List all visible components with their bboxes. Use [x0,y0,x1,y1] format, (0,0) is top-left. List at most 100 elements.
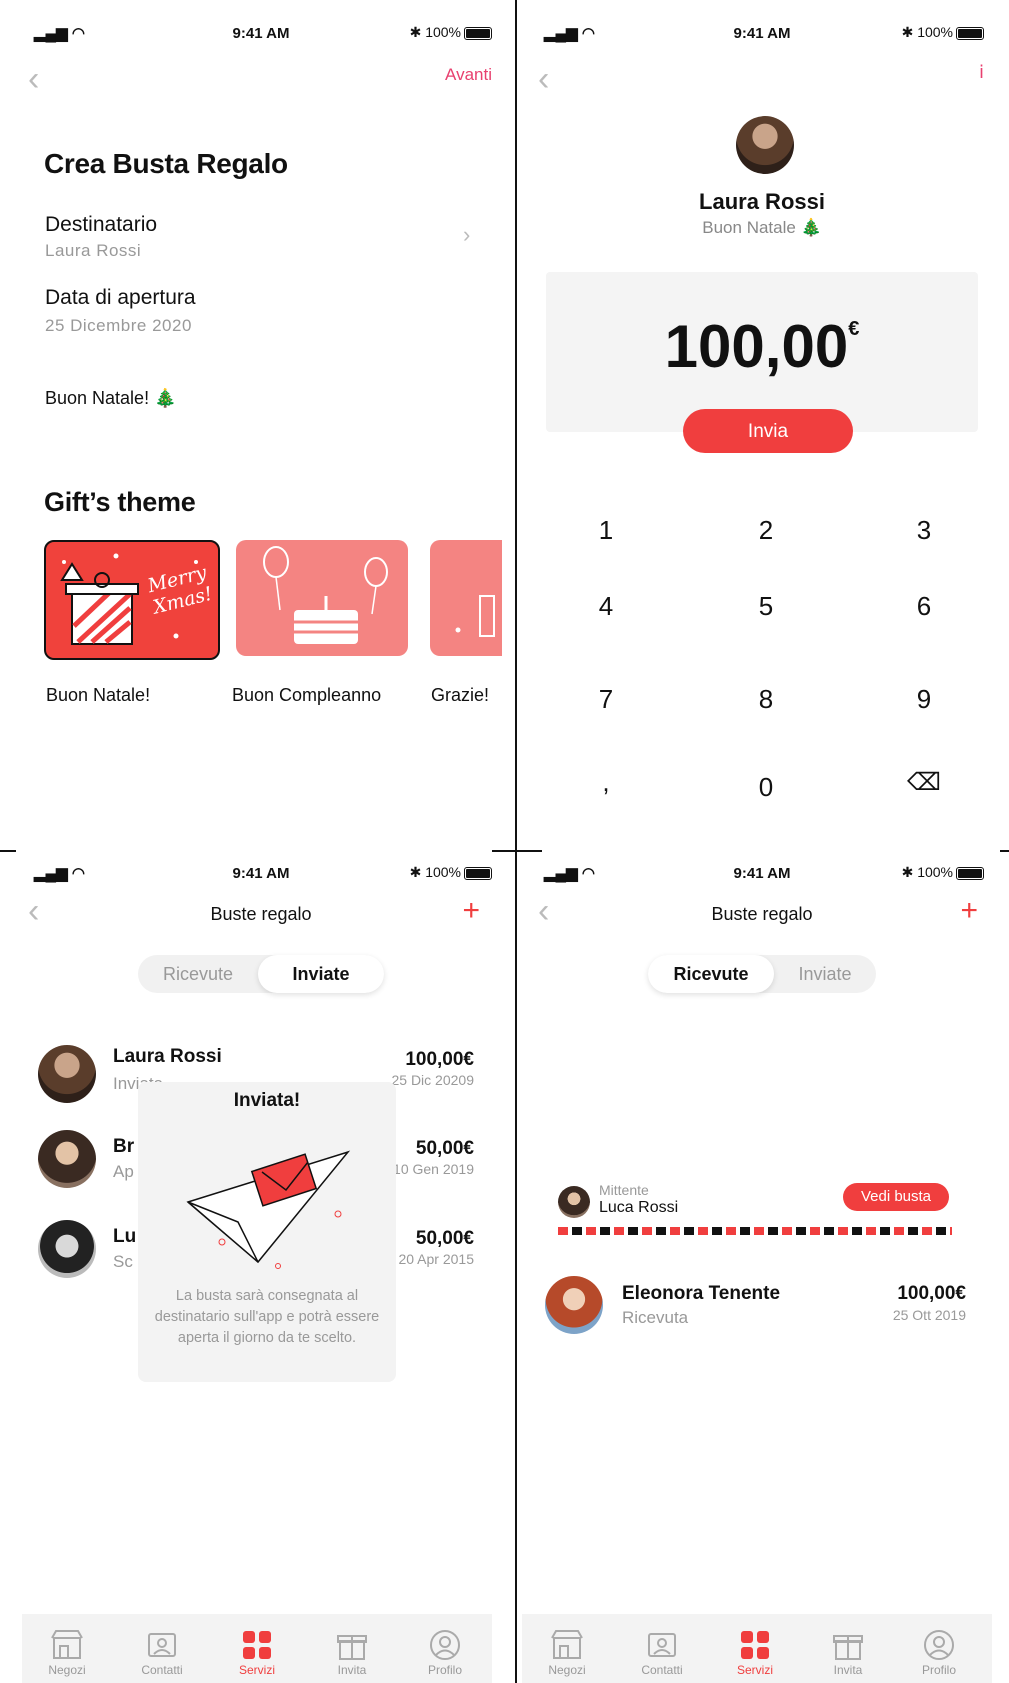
tab-sent[interactable]: Inviate [774,955,876,993]
message-field[interactable]: Buon Natale! 🎄 [45,388,176,409]
battery-percent: 100% [917,864,953,880]
tab-bar: Negozi Contatti Servizi Invita Profilo [522,1614,992,1683]
theme-label-birthday: Buon Compleanno [232,685,382,705]
theme-card-christmas[interactable]: Merry Xmas! [44,540,220,660]
tab-bar: Negozi Contatti Servizi Invita Profilo [22,1614,492,1683]
battery-indicator: ✱ 100% [902,864,984,881]
key-7[interactable]: 7 [576,684,636,715]
key-comma[interactable]: , [576,767,636,798]
avatar [736,116,794,174]
tab-sent[interactable]: Inviate [258,955,384,993]
add-icon[interactable]: + [462,896,480,926]
gift-icon [833,1635,863,1660]
modal-title: Inviata! [233,1090,301,1111]
gift-icon [337,1635,367,1660]
amount-display[interactable]: 100,00€ [518,312,1006,381]
key-9[interactable]: 9 [894,684,954,715]
chevron-right-icon: › [463,222,471,247]
tab-servizi[interactable]: Servizi [227,1614,287,1677]
key-4[interactable]: 4 [576,591,636,622]
avatar [558,1186,590,1218]
key-2[interactable]: 2 [736,515,796,546]
back-icon[interactable]: ‹ [28,62,39,96]
tab-label: Servizi [736,1663,773,1677]
tab-contatti[interactable]: Contatti [632,1614,692,1677]
avatar [38,1045,96,1103]
battery-icon [464,866,492,880]
contact-name: Lu [113,1226,137,1247]
tab-label: Negozi [548,1663,586,1677]
battery-indicator: ✱ 100% [410,24,492,41]
modal-body: La busta sarà consegnata al destinatario… [154,1288,380,1346]
status-bar: ▂▄▆ ◠ 9:41 AM ✱ 100% [518,22,1006,46]
battery-indicator: ✱ 100% [902,24,984,41]
theme-card-birthday[interactable] [236,540,408,656]
contacts-icon [148,1633,176,1657]
store-icon [551,1630,583,1659]
tab-label: Profilo [427,1663,462,1677]
item-amount: 50,00€ [415,1228,474,1249]
avatar [545,1276,603,1334]
battery-percent: 100% [425,864,461,880]
avatar [38,1220,96,1278]
battery-percent: 100% [917,24,953,40]
key-3[interactable]: 3 [894,515,954,546]
tab-label: Profilo [921,1663,956,1677]
theme-label-christmas: Buon Natale! [46,685,151,705]
recipient-name: Laura Rossi [699,189,825,214]
tab-received[interactable]: Ricevute [648,955,774,993]
item-amount: 100,00€ [897,1283,966,1304]
battery-icon [956,26,984,40]
send-button[interactable]: Invia [683,409,853,453]
status-bar: ▂▄▆ ◠ 9:41 AM ✱ 100% [8,22,514,46]
contact-name: Eleonora Tenente [622,1283,781,1304]
item-date: 10 Gen 2019 [393,1161,474,1177]
tab-servizi[interactable]: Servizi [725,1614,785,1677]
tab-invita[interactable]: Invita [818,1614,878,1677]
theme-card-thanks[interactable] [430,540,502,656]
recipient-value: Laura Rossi [45,241,142,260]
battery-percent: 100% [425,24,461,40]
tab-profilo[interactable]: Profilo [909,1614,969,1677]
open-envelope-button[interactable]: Vedi busta [843,1183,949,1211]
add-icon[interactable]: + [960,896,978,926]
key-6[interactable]: 6 [894,591,954,622]
screen-sent-list: ▂▄▆ ◠ 9:41 AM ✱ 100% ‹ Buste regalo + Ri… [8,852,514,1683]
avatar [38,1130,96,1188]
tab-negozi[interactable]: Negozi [37,1614,97,1677]
battery-icon [464,26,492,40]
currency-symbol: € [848,318,860,340]
store-icon [51,1630,83,1659]
sender-name: Luca Rossi [599,1199,679,1216]
status-bar: ▂▄▆ ◠ 9:41 AM ✱ 100% [518,862,1006,886]
next-button[interactable]: Avanti [445,65,492,85]
paper-plane-icon [186,1150,351,1269]
tab-contatti[interactable]: Contatti [132,1614,192,1677]
tab-negozi[interactable]: Negozi [537,1614,597,1677]
key-5[interactable]: 5 [736,591,796,622]
key-0[interactable]: 0 [736,772,796,803]
back-icon[interactable]: ‹ [538,62,549,96]
thanks-illustration [455,595,495,637]
key-1[interactable]: 1 [576,515,636,546]
date-value: 25 Dicembre 2020 [45,316,192,335]
gift-note: Buon Natale 🎄 [702,218,822,237]
confirmation-modal: Inviata! La busta sarà consegnata al des… [138,1082,396,1382]
tab-label: Invita [337,1663,367,1677]
amount-value: 100,00 [664,313,849,380]
item-date: 25 Dic 20209 [391,1072,474,1088]
item-amount: 100,00€ [405,1049,474,1070]
segmented-control: Ricevute Inviate [138,955,384,993]
tab-received[interactable]: Ricevute [138,955,258,993]
page-title: Buste regalo [711,904,813,924]
contact-name: Laura Rossi [113,1046,222,1067]
tab-label: Contatti [141,1663,183,1677]
tab-invita[interactable]: Invita [322,1614,382,1677]
backspace-icon[interactable]: ⌫ [894,768,954,797]
key-8[interactable]: 8 [736,684,796,715]
section-title: Gift’s theme [44,487,196,517]
info-icon[interactable]: ⅰ [979,62,984,83]
item-status: Sc [113,1252,133,1271]
services-icon [243,1631,271,1659]
tab-profilo[interactable]: Profilo [415,1614,475,1677]
